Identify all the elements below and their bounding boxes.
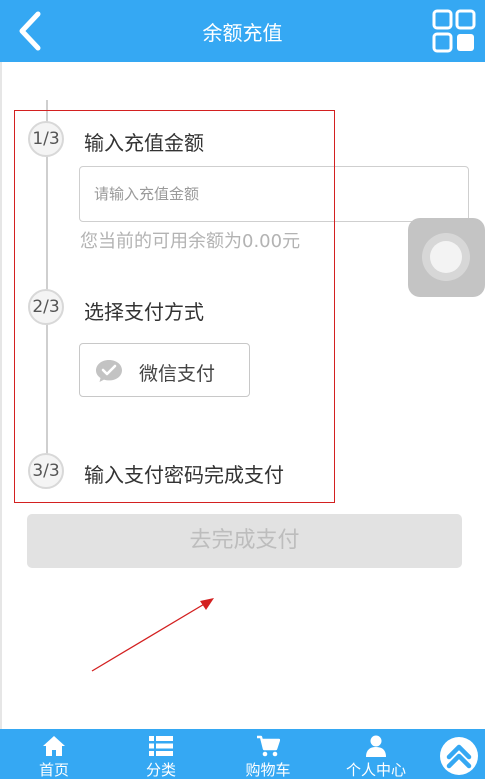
tab-cart[interactable]: 购物车 xyxy=(228,729,308,779)
list-icon xyxy=(149,736,173,756)
header-bar: 余额充值 xyxy=(0,0,485,62)
chevron-left-icon xyxy=(19,11,41,51)
user-icon xyxy=(366,735,386,757)
complete-payment-button[interactable]: 去完成支付 xyxy=(27,514,462,568)
cart-icon xyxy=(257,735,280,757)
page-edge xyxy=(0,62,2,729)
tab-category[interactable]: 分类 xyxy=(121,729,201,779)
assistive-touch-core xyxy=(430,241,462,273)
tab-profile-label: 个人中心 xyxy=(345,761,406,779)
step-1-index: 1/3 xyxy=(28,121,64,157)
scroll-top-button[interactable] xyxy=(440,737,478,775)
tab-home[interactable]: 首页 xyxy=(14,729,94,779)
wechat-pay-button[interactable]: 微信支付 xyxy=(79,343,250,397)
grid-icon xyxy=(432,9,476,53)
balance-text: 您当前的可用余额为0.00元 xyxy=(80,231,301,252)
page-title: 余额充值 xyxy=(202,21,283,45)
step-2-label: 选择支付方式 xyxy=(84,300,204,324)
step-2-index: 2/3 xyxy=(28,289,64,325)
assistive-touch-button[interactable] xyxy=(408,218,485,297)
assistive-touch-ring xyxy=(422,233,470,281)
tab-home-label: 首页 xyxy=(38,761,69,779)
tab-category-label: 分类 xyxy=(145,761,176,779)
step-1-label: 输入充值金额 xyxy=(84,131,204,155)
back-button[interactable] xyxy=(14,10,50,52)
menu-button[interactable] xyxy=(431,8,477,54)
step-3-label: 输入支付密码完成支付 xyxy=(84,463,284,487)
amount-input[interactable] xyxy=(79,166,469,222)
bottom-nav: 首页 分类 购物车 个人中心 xyxy=(0,729,485,779)
tab-cart-label: 购物车 xyxy=(245,761,291,779)
tab-profile[interactable]: 个人中心 xyxy=(336,729,416,779)
step-3-index: 3/3 xyxy=(28,453,64,489)
wechat-pay-label: 微信支付 xyxy=(139,363,216,385)
chevrons-up-icon xyxy=(446,744,472,769)
wechat-icon xyxy=(96,360,122,382)
home-icon xyxy=(43,736,65,756)
